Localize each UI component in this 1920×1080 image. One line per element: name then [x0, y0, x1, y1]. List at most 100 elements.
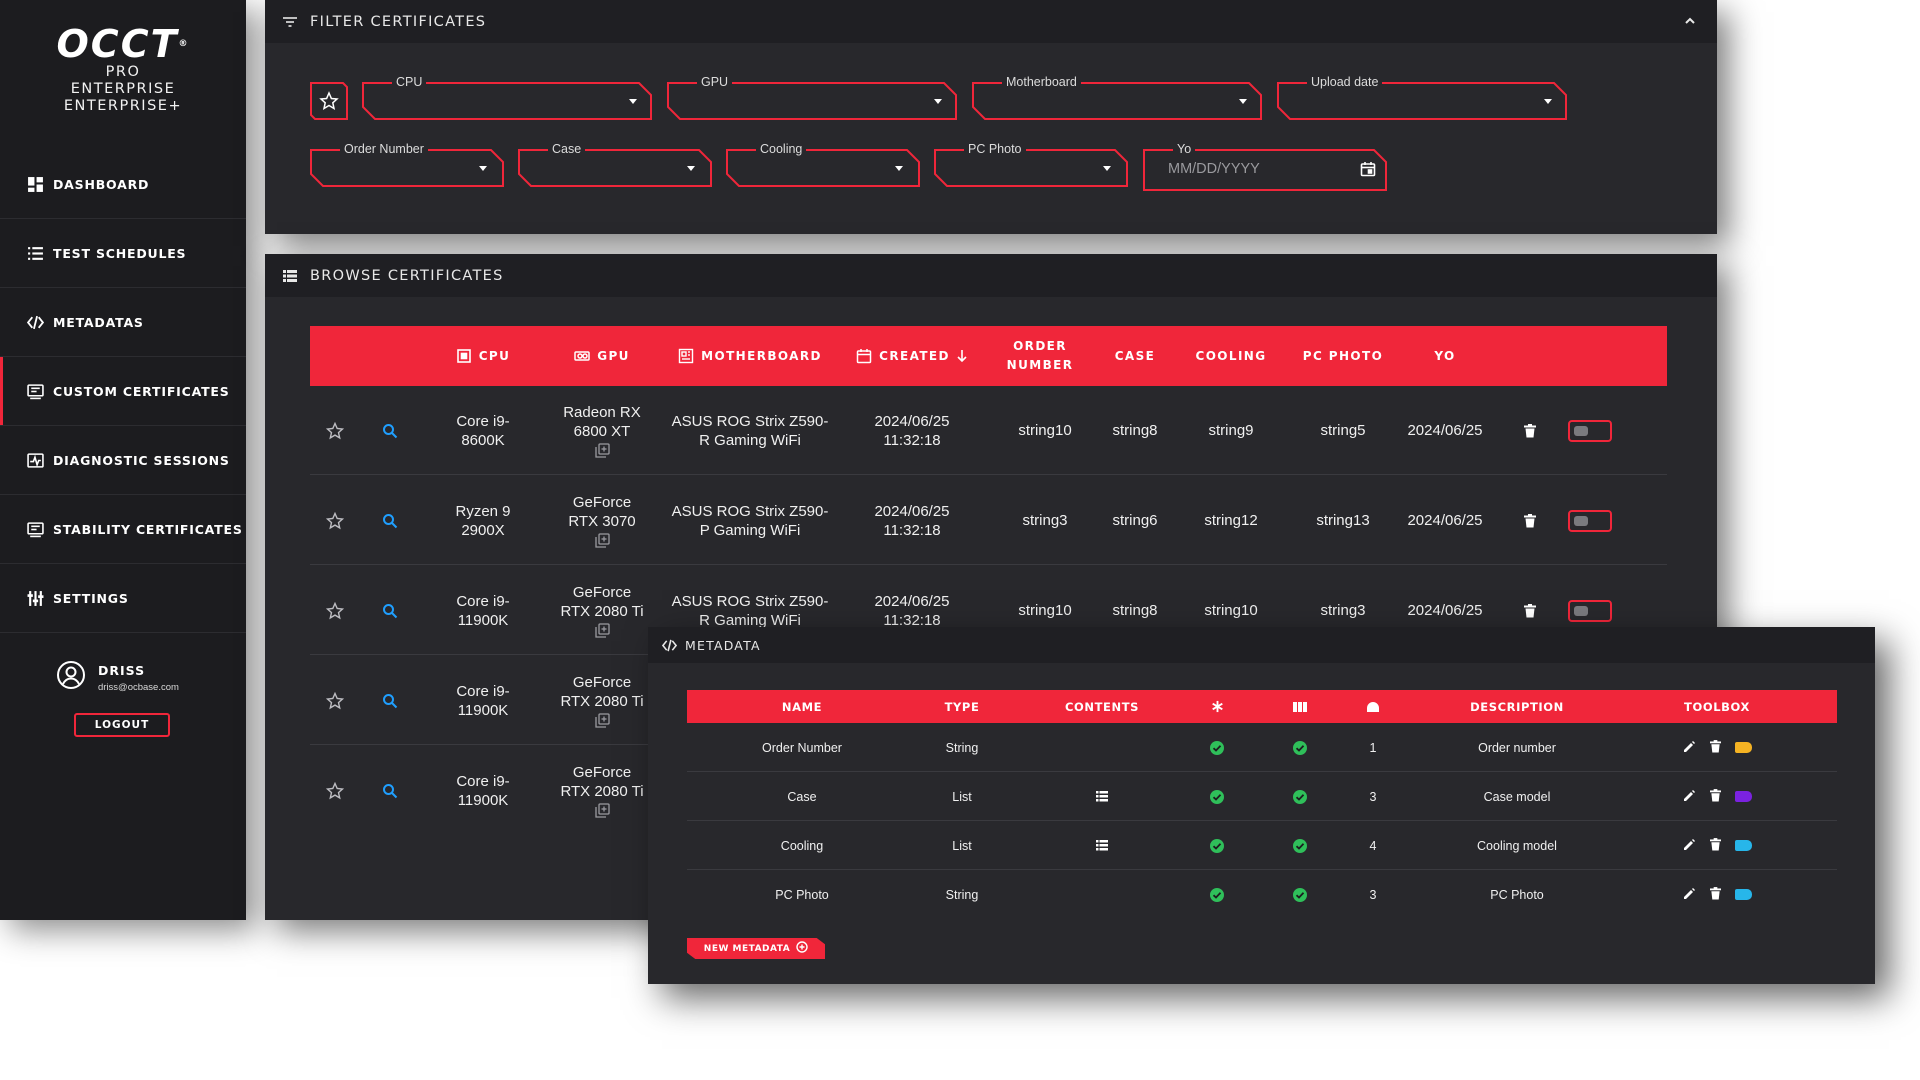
- sidebar-item-metadatas[interactable]: METADATAS: [0, 288, 246, 357]
- delete-icon[interactable]: [1709, 837, 1721, 854]
- sidebar-item-dashboard[interactable]: DASHBOARD: [0, 150, 246, 219]
- user-profile: DRISS driss@ocbase.com: [56, 660, 179, 695]
- sidebar-item-settings[interactable]: SETTINGS: [0, 564, 246, 633]
- search-icon[interactable]: [370, 566, 410, 655]
- yo-cell: 2024/06/25: [1407, 512, 1483, 529]
- sidebar-item-test-schedules[interactable]: TEST SCHEDULES: [0, 219, 246, 288]
- color-tag-icon[interactable]: [1734, 742, 1752, 753]
- new-metadata-button[interactable]: NEW METADATA: [687, 938, 825, 959]
- metadata-name: Cooling: [780, 838, 824, 853]
- certificate-icon: [27, 383, 44, 400]
- yo-date-filter-input[interactable]: Yo MM/DD/YYYY: [1143, 142, 1387, 191]
- motherboard-cell: ASUS ROG Strix Z590-R Gaming WiFi: [671, 412, 829, 449]
- sidebar-item-label: TEST SCHEDULES: [53, 245, 187, 261]
- edit-pencil-icon[interactable]: [1683, 838, 1696, 854]
- order-number-cell: string3: [1022, 512, 1068, 529]
- edit-pencil-icon[interactable]: [1683, 740, 1696, 756]
- column-header-description[interactable]: DESCRIPTION: [1442, 690, 1592, 723]
- delete-icon[interactable]: [1510, 386, 1550, 475]
- logout-button[interactable]: LOGOUT: [74, 713, 170, 737]
- duplicate-icon[interactable]: [594, 623, 610, 638]
- delete-icon[interactable]: [1709, 886, 1721, 903]
- column-header-gpu[interactable]: GPU: [547, 326, 657, 386]
- column-header-contents[interactable]: CONTENTS: [1042, 690, 1162, 723]
- filter-panel-header[interactable]: FILTER CERTIFICATES: [265, 0, 1717, 43]
- cooling-filter-select[interactable]: Cooling: [726, 142, 920, 187]
- code-icon: [27, 314, 44, 331]
- gpu-value: Radeon RX 6800 XT: [563, 404, 641, 440]
- table-row: Core i9-8600K Radeon RX 6800 XT ASUS ROG…: [310, 386, 1667, 475]
- cpu-cell: Core i9-11900K: [456, 682, 510, 719]
- check-circle-icon: [1280, 821, 1320, 870]
- sidebar-item-label: DASHBOARD: [53, 176, 150, 192]
- filter-icon: [282, 14, 298, 30]
- list-icon: [27, 245, 44, 262]
- row-toggle-switch[interactable]: [1560, 476, 1620, 565]
- list-contents-icon[interactable]: [1082, 821, 1122, 870]
- favorite-star-icon[interactable]: [310, 746, 360, 835]
- sidebar-item-stability-certificates[interactable]: STABILITY CERTIFICATES: [0, 495, 246, 564]
- yo-cell: 2024/06/25: [1407, 422, 1483, 439]
- favorite-filter-button[interactable]: [310, 82, 348, 120]
- collapse-chevron-icon[interactable]: [1683, 14, 1697, 28]
- upload-date-filter-select[interactable]: Upload date: [1277, 75, 1567, 120]
- delete-icon[interactable]: [1510, 476, 1550, 565]
- search-icon[interactable]: [370, 476, 410, 565]
- row-toggle-switch[interactable]: [1560, 386, 1620, 475]
- edit-pencil-icon[interactable]: [1683, 887, 1696, 903]
- gpu-cell: Radeon RX 6800 XT: [547, 386, 657, 475]
- column-header-cooling[interactable]: COOLING: [1176, 326, 1286, 386]
- pc-photo-filter-select[interactable]: PC Photo: [934, 142, 1128, 187]
- search-icon[interactable]: [370, 746, 410, 835]
- search-icon[interactable]: [370, 656, 410, 745]
- list-contents-icon[interactable]: [1082, 772, 1122, 821]
- calendar-icon[interactable]: [1360, 161, 1376, 177]
- order-number-filter-select[interactable]: Order Number: [310, 142, 504, 187]
- list-icon: [282, 268, 298, 284]
- color-tag-icon[interactable]: [1734, 791, 1752, 802]
- gpu-icon: [574, 348, 590, 364]
- chevron-down-icon: [479, 166, 487, 171]
- duplicate-icon[interactable]: [594, 803, 610, 818]
- duplicate-icon[interactable]: [594, 443, 610, 458]
- sidebar-item-custom-certificates[interactable]: CUSTOM CERTIFICATES: [0, 357, 246, 426]
- favorite-star-icon[interactable]: [310, 476, 360, 565]
- cpu-filter-select[interactable]: CPU: [362, 75, 652, 120]
- color-tag-icon[interactable]: [1734, 840, 1752, 851]
- column-header-yo[interactable]: YO: [1405, 326, 1485, 386]
- chevron-down-icon: [1239, 99, 1247, 104]
- favorite-star-icon[interactable]: [310, 566, 360, 655]
- gpu-filter-select[interactable]: GPU: [667, 75, 957, 120]
- column-header-created[interactable]: CREATED: [847, 326, 977, 386]
- cpu-cell: Core i9-11900K: [456, 592, 510, 629]
- metadata-order: 1: [1369, 740, 1377, 755]
- column-header-case[interactable]: CASE: [1095, 326, 1175, 386]
- duplicate-icon[interactable]: [594, 533, 610, 548]
- favorite-star-icon[interactable]: [310, 656, 360, 745]
- column-header-columns-icon[interactable]: [1280, 690, 1320, 723]
- sidebar-item-label: DIAGNOSTIC SESSIONS: [53, 452, 230, 468]
- column-header-order-icon[interactable]: [1353, 690, 1393, 723]
- search-icon[interactable]: [370, 386, 410, 475]
- column-header-cpu[interactable]: CPU: [428, 326, 538, 386]
- created-cell: 2024/06/25 11:32:18: [874, 412, 950, 449]
- column-header-motherboard[interactable]: MOTHERBOARD: [670, 326, 830, 386]
- column-header-name[interactable]: NAME: [747, 690, 857, 723]
- motherboard-cell: ASUS ROG Strix Z590-P Gaming WiFi: [671, 502, 829, 539]
- duplicate-icon[interactable]: [594, 713, 610, 728]
- sidebar-item-diagnostic-sessions[interactable]: DIAGNOSTIC SESSIONS: [0, 426, 246, 495]
- delete-icon[interactable]: [1709, 788, 1721, 805]
- column-header-order-number[interactable]: ORDER NUMBER: [1000, 326, 1080, 386]
- favorite-star-icon[interactable]: [310, 386, 360, 475]
- sort-arrow-down-icon[interactable]: [956, 349, 968, 363]
- color-tag-icon[interactable]: [1734, 889, 1752, 900]
- metadata-row: Order Number String 1 Order number: [687, 723, 1837, 772]
- edit-pencil-icon[interactable]: [1683, 789, 1696, 805]
- column-header-toolbox[interactable]: TOOLBOX: [1657, 690, 1777, 723]
- column-header-required-icon[interactable]: [1197, 690, 1237, 723]
- motherboard-filter-select[interactable]: Motherboard: [972, 75, 1262, 120]
- delete-icon[interactable]: [1709, 739, 1721, 756]
- column-header-pc-photo[interactable]: PC PHOTO: [1298, 326, 1388, 386]
- case-filter-select[interactable]: Case: [518, 142, 712, 187]
- column-header-type[interactable]: TYPE: [912, 690, 1012, 723]
